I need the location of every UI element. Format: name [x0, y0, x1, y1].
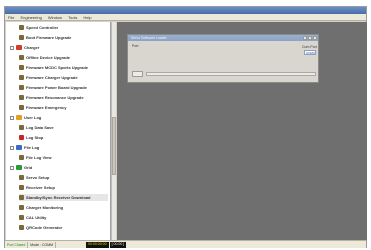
tree-item[interactable]: Standby/Sync Receiver Download — [19, 194, 108, 201]
tree-item[interactable]: Speed Controller — [19, 24, 108, 31]
menu-file[interactable]: File — [8, 15, 14, 20]
expand-icon[interactable] — [10, 145, 14, 150]
tree-item[interactable]: Receiver Setup — [19, 184, 108, 191]
navigation-tree[interactable]: Speed Controller Boot Firmware Upgrade Cha… — [6, 22, 111, 240]
tree-item-label: Standby/Sync Receiver Download — [26, 195, 91, 200]
timer-readout: 00:00:00:00 — [86, 241, 109, 248]
tree-item[interactable]: Log Data Save — [19, 124, 108, 131]
leaf-icon — [19, 185, 24, 190]
window-titlebar — [5, 7, 366, 14]
tree-item-label: Boot Firmware Upgrade — [26, 35, 72, 40]
leaf-icon — [19, 85, 24, 90]
tree-item[interactable]: Charger Monitoring — [19, 204, 108, 211]
mode-status: Mode : COMM — [28, 241, 57, 248]
port-label: Com Port — [302, 45, 317, 49]
tree-item-label: Firmware Power Board Upgrade — [26, 85, 87, 90]
maximize-icon[interactable] — [308, 36, 312, 40]
tree-item[interactable]: Firmware Charger Upgrade — [19, 74, 108, 81]
menu-bar: File Engineering Window Tools Help — [5, 14, 366, 21]
tree-item-label: File Log View — [26, 155, 52, 160]
workspace-area: Servo Software Loader Port Com Port COM3 — [117, 22, 367, 240]
tree-item[interactable]: Firmware Resonance Upgrade — [19, 94, 108, 101]
port-select[interactable]: COM3 — [304, 50, 316, 55]
tree-item-label: Log Stop — [26, 135, 44, 140]
tree-item-label: Firmware Resonance Upgrade — [26, 95, 84, 100]
leaf-icon — [19, 35, 24, 40]
leaf-icon — [19, 175, 24, 180]
expand-icon[interactable] — [10, 115, 14, 120]
status-bar: Port Closed Mode : COMM 00:00:00:00 [ 00… — [5, 240, 366, 248]
charger-icon — [16, 45, 22, 50]
dialog-controls — [303, 36, 317, 40]
tree-item-label: Firmware Emergency — [26, 105, 67, 110]
menu-window[interactable]: Window — [48, 15, 62, 20]
loader-dialog: Servo Software Loader Port Com Port COM3 — [127, 34, 319, 83]
tree-item[interactable]: User Log — [10, 114, 108, 121]
tree-item[interactable]: CAL Utility — [19, 214, 108, 221]
tree-item-label: Log Data Save — [26, 125, 54, 130]
tree-item[interactable]: QRCode Generator — [19, 224, 108, 231]
tree-scrollbar[interactable] — [111, 22, 116, 240]
file-log-icon — [16, 145, 22, 150]
tree-item-label: Firmware MCDC Sports Upgrade — [26, 65, 89, 70]
tree-item-label: File Log — [24, 145, 40, 150]
tree-item-label: CAL Utility — [26, 215, 47, 220]
start-button[interactable] — [132, 71, 143, 77]
dialog-title-text: Servo Software Loader — [131, 36, 167, 40]
menu-tools[interactable]: Tools — [68, 15, 77, 20]
tree-item-label: Firmware Charger Upgrade — [26, 75, 78, 80]
tree-item-label: Receiver Setup — [26, 185, 55, 190]
tree-item-label: Offline Device Upgrade — [26, 55, 71, 60]
tree-item-label: Servo Setup — [26, 175, 50, 180]
grid-icon — [16, 165, 22, 170]
tree-item-label: User Log — [24, 115, 42, 120]
leaf-icon — [19, 225, 24, 230]
dialog-title: Servo Software Loader — [128, 35, 318, 41]
leaf-icon — [19, 215, 24, 220]
tree-item-label: Charger — [24, 45, 40, 50]
tree-item-label: Grid — [24, 165, 33, 170]
tree-item[interactable]: Firmware Emergency — [19, 104, 108, 111]
app-window: File Engineering Window Tools Help Speed… — [4, 6, 367, 248]
minimize-icon[interactable] — [303, 36, 307, 40]
leaf-icon — [19, 195, 24, 200]
leaf-icon — [19, 205, 24, 210]
close-icon[interactable] — [313, 36, 317, 40]
leaf-icon — [19, 125, 24, 130]
leaf-icon — [19, 65, 24, 70]
tree-item-label: QRCode Generator — [26, 225, 63, 230]
tree-item[interactable]: File Log — [10, 144, 108, 151]
leaf-icon — [19, 75, 24, 80]
leaf-icon — [19, 155, 24, 160]
tree-item[interactable]: Firmware MCDC Sports Upgrade — [19, 64, 108, 71]
menu-help[interactable]: Help — [83, 15, 91, 20]
tree-item[interactable]: Log Stop — [19, 134, 108, 141]
tree-item-label: Speed Controller — [26, 25, 59, 30]
value-readout: [ 00.00 ] — [109, 241, 127, 248]
tree-item[interactable]: Firmware Power Board Upgrade — [19, 84, 108, 91]
leaf-icon — [19, 95, 24, 100]
progress-bar — [146, 72, 316, 76]
port-status: Port Closed — [5, 241, 29, 248]
log-icon — [16, 115, 22, 120]
expand-icon[interactable] — [10, 45, 14, 50]
stop-icon — [19, 135, 24, 140]
tree-item-label: Charger Monitoring — [26, 205, 64, 210]
dialog-field-label: Port — [132, 44, 139, 48]
menu-engineering[interactable]: Engineering — [20, 15, 41, 20]
port-value: COM3 — [306, 50, 315, 55]
tree-item[interactable]: Charger — [10, 44, 108, 51]
tree-item[interactable]: Servo Setup — [19, 174, 108, 181]
tree-item[interactable]: Grid — [10, 164, 108, 171]
leaf-icon — [19, 55, 24, 60]
expand-icon[interactable] — [10, 165, 14, 170]
tree-item[interactable]: Offline Device Upgrade — [19, 54, 108, 61]
tree-item[interactable]: Boot Firmware Upgrade — [19, 34, 108, 41]
scrollbar-thumb[interactable] — [112, 117, 116, 175]
leaf-icon — [19, 25, 24, 30]
leaf-icon — [19, 105, 24, 110]
tree-item[interactable]: File Log View — [19, 154, 108, 161]
